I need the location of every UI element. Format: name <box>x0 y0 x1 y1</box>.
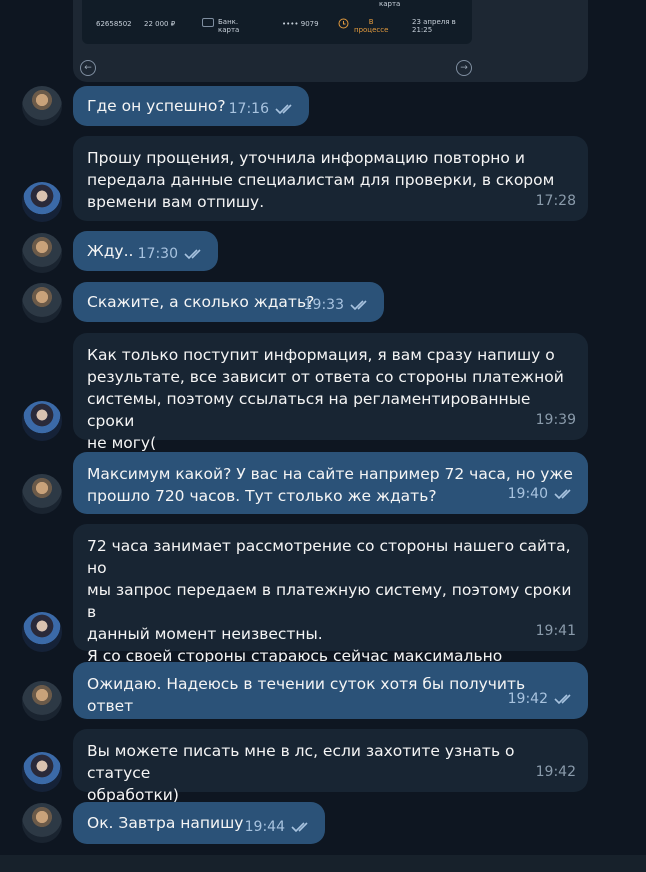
screenshot-table: карта 62658502 22 000 ₽ Банк. карта ••••… <box>82 0 472 44</box>
double-check-icon <box>554 693 576 705</box>
message-text: Как только поступит информация, я вам ср… <box>87 346 564 452</box>
message-bubble[interactable]: Ожидаю. Надеюсь в течении суток хотя бы … <box>73 662 588 719</box>
screenshot-amount: 22 000 ₽ <box>144 20 176 28</box>
double-check-icon <box>275 103 297 115</box>
avatar[interactable] <box>22 474 62 514</box>
avatar[interactable] <box>22 86 62 126</box>
message-text: Где он успешно? <box>87 97 226 115</box>
screenshot-id: 62658502 <box>96 20 132 28</box>
message-text: Ожидаю. Надеюсь в течении суток хотя бы … <box>87 675 531 715</box>
message-bubble[interactable]: Жду.. 17:30 <box>73 231 218 271</box>
double-check-icon <box>554 488 576 500</box>
message-bubble[interactable]: 72 часа занимает рассмотрение со стороны… <box>73 524 588 709</box>
double-check-icon <box>350 299 372 311</box>
message-text: Вы можете писать мне в лс, если захотите… <box>87 742 515 804</box>
double-check-icon <box>184 248 206 260</box>
message-time: 19:41 <box>535 623 576 639</box>
message-text: Прошу прощения, уточнила информацию повт… <box>87 149 555 211</box>
arrow-right-icon[interactable]: → <box>456 60 472 76</box>
message-bubble[interactable]: Скажите, а сколько ждать? 19:33 <box>73 282 384 322</box>
screenshot-card-mask: •••• 9079 <box>282 20 319 28</box>
screenshot-method: Банк. карта <box>218 18 240 34</box>
message-bubble[interactable]: Как только поступит информация, я вам ср… <box>73 333 588 452</box>
screenshot-card[interactable]: карта 62658502 22 000 ₽ Банк. карта ••••… <box>73 0 588 82</box>
message-bubble[interactable]: Ок. Завтра напишу 19:44 <box>73 802 325 844</box>
message-bubble[interactable]: Прошу прощения, уточнила информацию повт… <box>73 136 588 221</box>
clock-icon <box>338 18 349 31</box>
avatar[interactable] <box>22 182 62 222</box>
message-bubble[interactable]: Максимум какой? У вас на сайте например … <box>73 452 588 514</box>
avatar[interactable] <box>22 681 62 721</box>
avatar[interactable] <box>22 401 62 441</box>
avatar[interactable] <box>22 752 62 792</box>
message-time: 19:40 <box>507 486 548 502</box>
avatar[interactable] <box>22 283 62 323</box>
chat-history: карта 62658502 22 000 ₽ Банк. карта ••••… <box>0 0 646 872</box>
message-text: Ок. Завтра напишу <box>87 814 244 832</box>
message-time: 19:44 <box>244 819 285 835</box>
message-text: Скажите, а сколько ждать? <box>87 293 315 311</box>
message-time: 19:42 <box>535 764 576 780</box>
message-text: Максимум какой? У вас на сайте например … <box>87 465 573 505</box>
message-time: 17:16 <box>228 101 269 117</box>
message-bubble[interactable]: Вы можете писать мне в лс, если захотите… <box>73 729 588 804</box>
avatar[interactable] <box>22 803 62 843</box>
double-check-icon <box>291 821 313 833</box>
message-time: 17:30 <box>137 246 178 262</box>
message-time: 19:33 <box>303 297 344 313</box>
screenshot-date: 23 апреля в 21:25 <box>412 18 456 34</box>
avatar[interactable] <box>22 233 62 273</box>
message-bubble[interactable]: Где он успешно? 17:16 <box>73 86 309 126</box>
message-time: 19:39 <box>535 412 576 428</box>
screenshot-header: карта <box>379 0 401 8</box>
message-time: 17:28 <box>535 193 576 209</box>
screenshot-status: В процессе <box>354 18 389 34</box>
avatar[interactable] <box>22 612 62 652</box>
card-icon <box>202 18 214 29</box>
arrow-left-icon[interactable]: ← <box>80 60 96 76</box>
message-text: Жду.. <box>87 242 134 260</box>
message-input-bar[interactable] <box>0 855 646 872</box>
message-time: 19:42 <box>507 691 548 707</box>
